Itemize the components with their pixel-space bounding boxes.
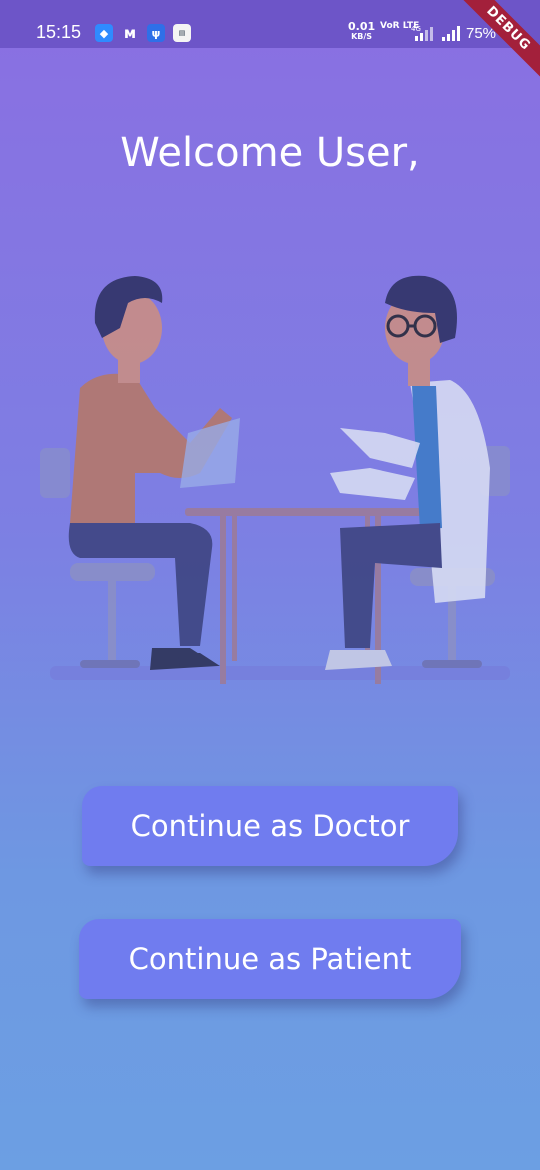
signal-4g-icon: 4G [411,25,433,41]
net-speed-unit: KB/S [351,32,373,41]
android-icon: ◆ [95,24,113,42]
myntra-icon: ᴍ [123,24,137,42]
status-time: 15:15 [36,22,82,42]
net-speed: 0.01 KB/S [348,21,375,42]
signal-icon [442,26,460,41]
doctor-patient-illustration [40,275,510,684]
status-bar: 15:15 ◆ ᴍ ψ ▤ 0.01 KB/S VoR LTE 4G 75% [0,0,540,48]
network-type-label: 4G [411,25,421,33]
usb-icon: ψ [147,24,165,42]
continue-as-patient-button[interactable]: Continue as Patient [79,919,461,999]
welcome-screen: 15:15 ◆ ᴍ ψ ▤ 0.01 KB/S VoR LTE 4G 75% D… [0,0,540,1170]
app-icon: ▤ [173,24,191,42]
page-title: Welcome User, [120,130,420,176]
continue-as-doctor-button[interactable]: Continue as Doctor [82,786,458,866]
